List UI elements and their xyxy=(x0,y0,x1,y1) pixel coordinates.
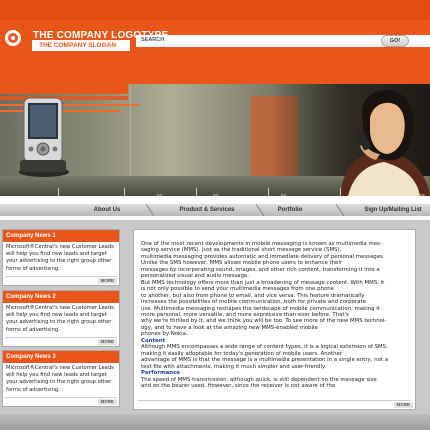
main-article-text: One of the most recent developments in m… xyxy=(141,241,413,389)
banner-separator xyxy=(340,188,341,196)
footer-strip xyxy=(0,414,430,430)
banner-separator xyxy=(196,188,197,196)
main-article-panel: One of the most recent developments in m… xyxy=(133,229,416,410)
article-line: and on the bearer used. However, since t… xyxy=(141,382,336,389)
banner-image xyxy=(0,84,430,196)
article-line: Although MMS encompasses a wide range of… xyxy=(141,344,388,351)
header-top-band xyxy=(0,0,430,20)
search-label: SEARCH: xyxy=(141,37,167,43)
nav-product-services[interactable]: Product & Services xyxy=(164,205,250,215)
banner-separator xyxy=(124,188,125,196)
news-divider xyxy=(5,397,117,398)
news-box-3: Company News 3 Microsoft®Central's new C… xyxy=(2,350,120,407)
news-text: Microsoft®Central's new Customer Leads w… xyxy=(6,244,114,272)
news-more-link[interactable]: MORE xyxy=(97,278,117,284)
nav-separator-icon xyxy=(256,204,264,216)
news-title[interactable]: Company News 3 xyxy=(3,351,119,363)
news-more-link[interactable]: MORE xyxy=(97,339,117,345)
banner-separator xyxy=(268,188,269,196)
search-input[interactable] xyxy=(165,37,375,44)
company-slogan: THE COMPANY SLOGAN xyxy=(32,40,130,51)
article-line: why we're thrilled by it, and we think y… xyxy=(141,318,387,325)
news-text: Microsoft®Central's new Customer Leads w… xyxy=(6,305,114,333)
article-more-link[interactable]: MORE xyxy=(393,402,413,408)
woman-on-phone-image xyxy=(340,90,430,196)
banner-orange-strip xyxy=(0,84,128,94)
news-title[interactable]: Company News 1 xyxy=(3,230,119,242)
go-button[interactable]: GO! xyxy=(381,35,409,47)
news-divider xyxy=(5,337,117,338)
news-divider xyxy=(5,276,117,277)
news-title[interactable]: Company News 2 xyxy=(3,291,119,303)
article-divider xyxy=(138,400,411,401)
logo-icon[interactable] xyxy=(5,30,21,46)
article-line: advantage of MMS is that the message is … xyxy=(141,357,389,364)
news-box-1: Company News 1 Microsoft®Central's new C… xyxy=(2,229,120,286)
main-navigation: About Us Product & Services Portfolio Si… xyxy=(0,196,430,220)
nav-portfolio[interactable]: Portfolio xyxy=(268,205,312,215)
pda-device-image xyxy=(19,97,69,177)
nav-separator-icon xyxy=(146,204,154,216)
news-box-2: Company News 2 Microsoft®Central's new C… xyxy=(2,290,120,347)
news-text: Microsoft®Central's new Customer Leads w… xyxy=(6,365,114,393)
banner-separator xyxy=(58,188,59,196)
nav-about-us[interactable]: About Us xyxy=(82,205,132,215)
nav-sign-up-mailing-list[interactable]: Sign Up/Mailing List xyxy=(356,205,430,215)
news-more-link[interactable]: MORE xyxy=(97,399,117,405)
nav-separator-icon xyxy=(336,204,344,216)
